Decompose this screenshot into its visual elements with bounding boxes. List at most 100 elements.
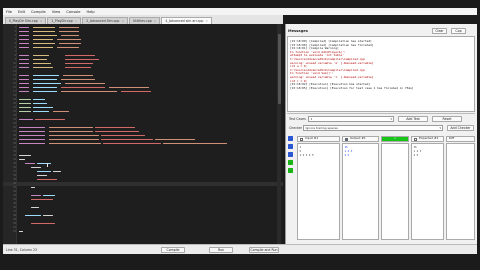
- code-line: 19: [3, 98, 283, 102]
- code-token: [53, 111, 69, 113]
- input-line: 5: [299, 150, 302, 153]
- code-line: 9: [3, 58, 283, 62]
- debug-icon[interactable]: [288, 144, 293, 149]
- code-token: [19, 99, 31, 101]
- input-line: 1: [299, 146, 302, 149]
- output-checkbox[interactable]: [345, 137, 348, 141]
- tab-file-1[interactable]: 1_PlayDir.cpp ×: [47, 17, 82, 24]
- line-number: 32: [13, 150, 16, 153]
- tab-file-2[interactable]: 2_Advanced Sim.cpp ×: [82, 17, 128, 24]
- code-line: 52: [3, 230, 283, 234]
- scrollbar-thumb[interactable]: [277, 34, 281, 104]
- code-token: [121, 91, 151, 93]
- clear-button[interactable]: Clear: [432, 28, 447, 34]
- code-token: [65, 55, 95, 57]
- code-token: [19, 231, 23, 233]
- line-number: 18: [13, 94, 16, 97]
- line-number: 22: [13, 110, 16, 113]
- pass-icon[interactable]: [288, 160, 293, 165]
- line-number: 4: [14, 38, 16, 41]
- testcase-value: 1: [310, 117, 313, 121]
- app-window: File Edit Compile View Console Help 0_Pl…: [0, 0, 480, 270]
- step-icon[interactable]: [288, 152, 293, 157]
- diff-label: Diff: [449, 136, 455, 141]
- pass-icon-2[interactable]: [288, 168, 293, 173]
- line-number: 44: [13, 198, 16, 201]
- code-token: [19, 135, 45, 137]
- code-line: 37: [3, 170, 283, 174]
- menu-edit[interactable]: Edit: [18, 10, 25, 14]
- code-token: [19, 39, 29, 41]
- output-textarea[interactable]: 15 1 2 3 4 5: [342, 143, 379, 240]
- menu-help[interactable]: Help: [87, 10, 95, 14]
- code-token: [95, 131, 139, 133]
- diff-header: Diff: [446, 136, 475, 142]
- line-number: 8: [14, 54, 16, 57]
- output-column: Output #1 15 1 2 3 4 5: [342, 136, 379, 240]
- code-token: [31, 167, 41, 169]
- reset-button[interactable]: Reset: [432, 116, 462, 122]
- code-token: [61, 35, 79, 37]
- code-line: 43: [3, 194, 283, 198]
- testcases-label: Test Cases: [289, 117, 306, 121]
- add-test-button[interactable]: Add Test: [398, 116, 428, 122]
- add-checker-button[interactable]: Add Checker: [447, 125, 474, 131]
- tab-file-0[interactable]: 0_PlayDir Sim.cpp ×: [5, 17, 47, 24]
- menu-view[interactable]: View: [52, 10, 61, 14]
- code-editor[interactable]: 1 2 3 4 5 6 7 8 9 10 11 12 13 14 15 16 17 18 19 20 21 22 23 24 2…: [3, 24, 283, 244]
- line-number: 47: [13, 210, 16, 213]
- testcase-select[interactable]: 1 ▾: [308, 116, 394, 122]
- code-line: 49: [3, 218, 283, 222]
- code-token: [19, 59, 29, 61]
- messages-log[interactable]: [15:18:00] [Compiled] [Compilation has s…: [287, 36, 475, 112]
- code-token: [61, 79, 95, 81]
- chevron-down-icon: ▾: [439, 126, 441, 130]
- editor-scrollbar[interactable]: [277, 24, 281, 244]
- code-token: [19, 143, 45, 145]
- expected-header: Expected #1: [411, 136, 444, 142]
- code-line: 6: [3, 46, 283, 50]
- checker-select[interactable]: Ignore trailing spaces ▾: [303, 125, 443, 131]
- code-token: [57, 47, 79, 49]
- code-token: [19, 31, 29, 33]
- code-token: [43, 195, 55, 197]
- code-token: [25, 215, 41, 217]
- code-token: [33, 111, 49, 113]
- expected-textarea[interactable]: 15 1 2 3 4 5: [411, 143, 444, 240]
- code-token: [59, 43, 81, 45]
- tab-file-3[interactable]: Utilities.cpp ×: [128, 17, 161, 24]
- code-token: [19, 35, 29, 37]
- code-line: 3: [3, 34, 283, 38]
- line-number: 17: [13, 90, 16, 93]
- code-token: [19, 119, 33, 121]
- input-checkbox[interactable]: [300, 137, 303, 141]
- run-icon[interactable]: [288, 136, 293, 141]
- code-token: [19, 55, 29, 57]
- code-token: [33, 43, 55, 45]
- messages-header: Messages: [286, 27, 476, 35]
- copy-button[interactable]: Cop: [451, 28, 466, 34]
- code-token: [19, 91, 29, 93]
- code-token: [103, 143, 161, 145]
- tab-file-4-active[interactable]: 4_Advanced sim arr.cpp ×: [161, 17, 212, 24]
- code-line: 26: [3, 126, 283, 130]
- code-token: [35, 119, 65, 121]
- line-number: 9: [14, 58, 16, 61]
- code-token: [95, 127, 135, 129]
- compile-button[interactable]: Compile: [161, 247, 185, 253]
- code-line: 40: [3, 182, 283, 186]
- line-number: 50: [13, 222, 16, 225]
- code-token: [19, 111, 31, 113]
- run-button[interactable]: Run: [209, 247, 233, 253]
- compile-and-run-button[interactable]: Compile and Run: [249, 247, 279, 253]
- line-number: 13: [13, 74, 16, 77]
- menu-compile[interactable]: Compile: [31, 10, 46, 14]
- code-token: [65, 83, 105, 85]
- code-line: 41: [3, 186, 283, 190]
- expected-checkbox[interactable]: [414, 137, 417, 141]
- input-textarea[interactable]: 1 5 1 2 3 4 5: [297, 143, 340, 240]
- menu-console[interactable]: Console: [66, 10, 80, 14]
- input-column: Input #1 1 5 1 2 3 4 5: [297, 136, 340, 240]
- code-token: [19, 127, 45, 129]
- menu-file[interactable]: File: [6, 10, 12, 14]
